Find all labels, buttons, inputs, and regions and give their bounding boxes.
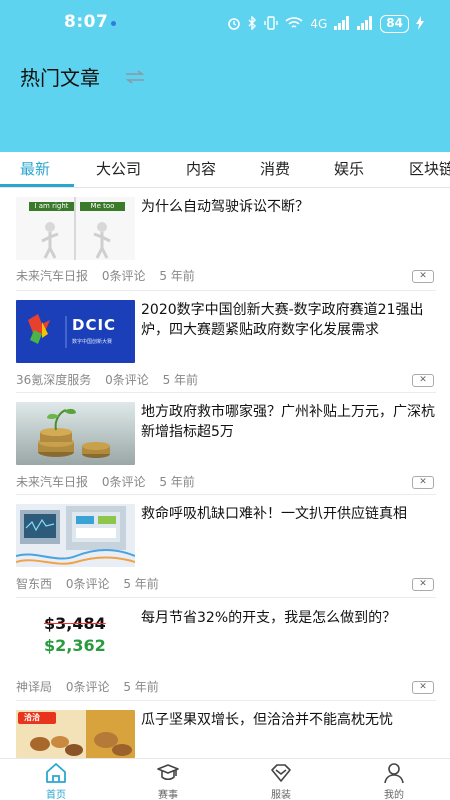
nav-label: 服装 [271,790,291,800]
article-feed[interactable]: I am right Me too 为什么自动驾驶诉讼不断？ 未来汽车日报 0条… [0,188,450,758]
category-tabs: 最新 大公司 内容 消费 娱乐 区块链 [0,152,450,188]
nav-item-profile[interactable]: 我的 [364,759,424,800]
article-thumbnail: $3,484 $2,362 [16,608,135,671]
tab-latest[interactable]: 最新 [20,152,50,187]
status-time: 8:07 [64,12,109,32]
article-meta: 智东西 0条评论 5 年前 [16,575,169,592]
article-time: 5 年前 [123,680,159,694]
article-time: 5 年前 [123,577,159,591]
article-source: 未来汽车日报 [16,269,89,283]
list-item[interactable]: $3,484 $2,362 每月节省32%的开支，我是怎么做到的？ 神译局 0条… [16,608,436,695]
tab-big-company[interactable]: 大公司 [96,152,141,187]
article-comments: 0条评论 [105,373,149,387]
article-meta: 未来汽车日报 0条评论 5 年前 [16,473,205,490]
tab-content[interactable]: 内容 [186,152,216,187]
diamond-icon [270,762,292,784]
article-title[interactable]: 为什么自动驾驶诉讼不断？ [141,197,436,217]
list-item[interactable]: 地方政府救市哪家强？广州补贴上万元，广深杭新增指标超5万 未来汽车日报 0条评论… [16,402,436,490]
nav-item-clothing[interactable]: 服装 [251,759,311,800]
article-title[interactable]: 每月节省32%的开支，我是怎么做到的？ [141,608,436,628]
battery-indicator: 84 [380,15,409,33]
article-thumbnail [16,402,135,465]
article-title[interactable]: 地方政府救市哪家强？广州补贴上万元，广深杭新增指标超5万 [141,402,436,442]
list-item[interactable]: 洽洽 瓜子坚果双增长，但洽洽并不能高枕无忧 [16,710,436,758]
article-source: 未来汽车日报 [16,475,89,489]
article-comments: 0条评论 [101,269,146,283]
page-title: 热门文章 [20,66,100,90]
list-item[interactable]: DCIC 数字中国创新大赛 2020数字中国创新大赛-数字政府赛道21强出炉，四… [16,300,436,388]
dismiss-button[interactable]: ✕ [412,374,434,387]
dismiss-button[interactable]: ✕ [412,578,434,591]
thumb-brand-text: 洽洽 [24,713,40,722]
home-icon [45,762,67,784]
active-tab-indicator [0,184,74,187]
article-thumbnail [16,504,135,567]
thumb-old-price: $3,484 [44,614,106,633]
charging-icon [416,15,424,33]
divider [16,290,436,291]
divider [16,700,436,701]
article-title[interactable]: 瓜子坚果双增长，但洽洽并不能高枕无忧 [141,710,436,730]
wifi-icon [285,16,303,33]
thumb-new-price: $2,362 [44,636,106,655]
list-item[interactable]: I am right Me too 为什么自动驾驶诉讼不断？ 未来汽车日报 0条… [16,197,436,284]
thumb-subtitle: 数字中国创新大赛 [72,339,113,345]
status-bar: 8:07 4G 84 [0,0,450,48]
article-meta: 神译局 0条评论 5 年前 [16,678,169,695]
article-thumbnail: 洽洽 [16,710,135,758]
mortarboard-icon [157,762,179,784]
thumb-logo-text: DCIC [72,316,117,334]
bluetooth-icon [248,14,257,33]
article-source: 智东西 [16,577,53,591]
vibrate-icon [264,15,279,33]
article-thumbnail: DCIC 数字中国创新大赛 [16,300,135,363]
divider [16,597,436,598]
thumb-caption-right: Me too [90,202,115,210]
nav-label: 我的 [384,790,404,800]
status-icons: 4G 84 [227,14,424,34]
thumb-caption-left: I am right [34,202,69,210]
tab-entertainment[interactable]: 娱乐 [334,152,364,187]
nav-label: 首页 [46,790,66,800]
dismiss-button[interactable]: ✕ [412,681,434,694]
article-time: 5 年前 [159,475,195,489]
alarm-icon [227,16,241,33]
bottom-navigation: 首页 赛事 服装 我的 [0,758,450,800]
article-time: 5 年前 [162,373,199,387]
article-title[interactable]: 救命呼吸机缺口难补！一文扒开供应链真相 [141,504,436,524]
article-comments: 0条评论 [65,680,110,694]
person-icon [383,762,405,784]
header: 8:07 4G 84 热门文章 [0,0,450,152]
article-time: 5 年前 [159,269,195,283]
nav-label: 赛事 [158,790,178,800]
dismiss-button[interactable]: ✕ [412,270,434,283]
article-thumbnail: I am right Me too [16,197,135,260]
divider [16,494,436,495]
divider [16,392,436,393]
article-source: 36氪深度服务 [16,373,92,387]
article-meta: 36氪深度服务 0条评论 5 年前 [16,371,208,388]
nav-item-home[interactable]: 首页 [26,759,86,800]
tab-blockchain[interactable]: 区块链 [409,152,450,187]
nav-item-events[interactable]: 赛事 [138,759,198,800]
list-item[interactable]: 救命呼吸机缺口难补！一文扒开供应链真相 智东西 0条评论 5 年前 ✕ [16,504,436,592]
notification-dot-icon [111,21,116,26]
signal-bars-icon [334,15,350,33]
article-comments: 0条评论 [101,475,146,489]
article-meta: 未来汽车日报 0条评论 5 年前 [16,267,205,284]
dismiss-button[interactable]: ✕ [412,476,434,489]
article-source: 神译局 [16,680,53,694]
signal-4g-label: 4G [310,17,328,31]
article-comments: 0条评论 [65,577,110,591]
signal-bars-icon [357,15,373,33]
switch-arrows-icon[interactable] [124,68,146,86]
tab-consumer[interactable]: 消费 [260,152,290,187]
article-title[interactable]: 2020数字中国创新大赛-数字政府赛道21强出炉，四大赛题紧贴政府数字化发展需求 [141,300,436,340]
